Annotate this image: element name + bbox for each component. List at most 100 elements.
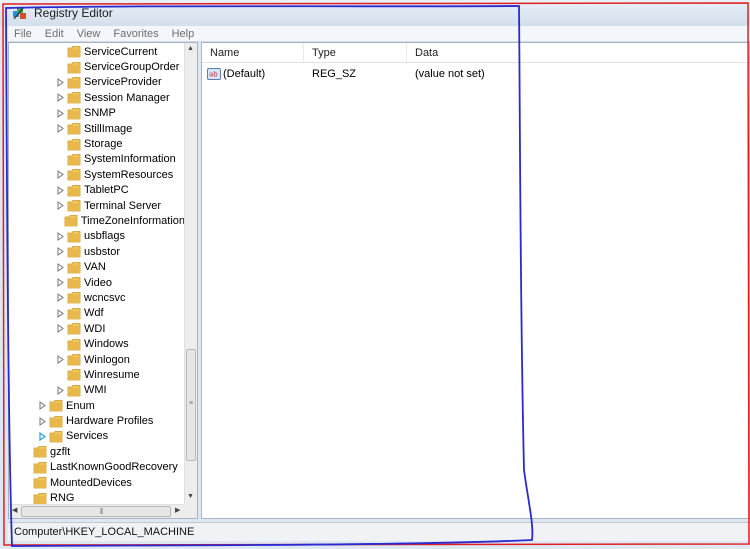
no-expander (21, 478, 31, 488)
tree-item[interactable]: Services (9, 429, 185, 444)
expand-arrow-icon[interactable] (55, 108, 65, 118)
expand-arrow-icon[interactable] (55, 308, 65, 318)
menu-favorites[interactable]: Favorites (107, 28, 165, 40)
menu-view[interactable]: View (71, 28, 108, 40)
tree-item[interactable]: VAN (9, 259, 185, 274)
scroll-up-arrow-icon[interactable]: ▲ (187, 45, 194, 52)
value-name: (Default) (223, 68, 266, 80)
folder-icon (33, 461, 47, 474)
expand-arrow-icon[interactable] (55, 324, 65, 334)
tree-item[interactable]: StillImage (9, 121, 185, 136)
scroll-left-arrow-icon[interactable]: ◀ (12, 506, 17, 514)
tree-item-label: Wdf (84, 307, 104, 320)
tree-item[interactable]: wcncsvc (9, 290, 185, 305)
expand-arrow-icon[interactable] (55, 278, 65, 288)
folder-icon (67, 138, 81, 151)
scroll-grip-icon: ≡ (189, 400, 194, 407)
expand-arrow-icon[interactable] (55, 170, 65, 180)
tree-item-label: gzflt (50, 445, 71, 458)
column-header-name[interactable]: Name (202, 43, 304, 62)
folder-icon (67, 261, 81, 274)
tree-item[interactable]: ServiceGroupOrder (9, 59, 185, 74)
scroll-down-arrow-icon[interactable]: ▼ (187, 493, 194, 500)
tree-item[interactable]: WMI (9, 383, 185, 398)
tree-item[interactable]: ServiceCurrent (9, 44, 185, 59)
scroll-right-arrow-icon[interactable]: ▶ (175, 506, 180, 514)
tree-horizontal-scroll-thumb[interactable]: ⦀ (21, 506, 171, 517)
tree-item[interactable]: Storage (9, 136, 185, 151)
folder-icon (49, 430, 63, 443)
tree-item[interactable]: Session Manager (9, 90, 185, 105)
tree-item[interactable]: LastKnownGoodRecovery (9, 460, 185, 475)
expand-arrow-icon[interactable] (55, 93, 65, 103)
tree-item[interactable]: Video (9, 275, 185, 290)
tree-item[interactable]: Hardware Profiles (9, 413, 185, 428)
tree-item[interactable]: ServiceProvider (9, 75, 185, 90)
title-bar: Registry Editor (0, 0, 750, 26)
tree-item[interactable]: TabletPC (9, 183, 185, 198)
tree-item[interactable]: Windows (9, 336, 185, 351)
tree-item-label: WMI (84, 384, 107, 397)
tree-item[interactable]: MountedDevices (9, 475, 185, 490)
tree-item-label: WDI (84, 322, 106, 335)
expand-arrow-icon[interactable] (55, 124, 65, 134)
expand-arrow-icon[interactable] (55, 247, 65, 257)
expand-arrow-icon[interactable] (55, 231, 65, 241)
value-row-default[interactable]: ab (Default) REG_SZ (value not set) (202, 66, 749, 82)
tree-item-label: usbstor (84, 245, 121, 258)
tree-item[interactable]: WDI (9, 321, 185, 336)
tree-item-label: MountedDevices (50, 476, 132, 489)
expand-arrow-icon[interactable] (55, 262, 65, 272)
expand-arrow-icon[interactable] (37, 401, 47, 411)
expand-arrow-icon[interactable] (55, 293, 65, 303)
tree-item-label: SNMP (84, 107, 116, 120)
menu-edit[interactable]: Edit (39, 28, 71, 40)
tree-item[interactable]: SystemResources (9, 167, 185, 182)
no-expander (21, 447, 31, 457)
tree-item-label: Winlogon (84, 353, 130, 366)
tree-item-label: ServiceProvider (84, 76, 162, 89)
tree-item-label: Winresume (84, 368, 140, 381)
folder-icon (67, 291, 81, 304)
folder-icon (33, 492, 47, 505)
registry-editor-window: Registry Editor File Edit View Favorites… (0, 0, 750, 549)
expand-arrow-icon[interactable] (37, 416, 47, 426)
folder-icon (67, 61, 81, 74)
expand-arrow-icon[interactable] (55, 185, 65, 195)
tree-item-label: ServiceGroupOrder (84, 61, 180, 74)
tree-item[interactable]: Winlogon (9, 352, 185, 367)
tree-item[interactable]: gzflt (9, 444, 185, 459)
folder-icon (67, 353, 81, 366)
tree-item-label: LastKnownGoodRecovery (50, 461, 178, 474)
expand-arrow-icon[interactable] (55, 201, 65, 211)
tree-item[interactable]: SNMP (9, 106, 185, 121)
tree-item[interactable]: Wdf (9, 306, 185, 321)
tree-vertical-scroll-thumb[interactable]: ≡ (186, 349, 196, 461)
scrollbar-corner (184, 504, 197, 518)
tree-item[interactable]: SystemInformation (9, 152, 185, 167)
menu-file[interactable]: File (8, 28, 39, 40)
tree-item[interactable]: Winresume (9, 367, 185, 382)
no-expander (55, 47, 65, 57)
tree-item-label: Enum (66, 399, 95, 412)
registry-tree-pane: ServiceCurrent ServiceGroupOrder ServicePr… (8, 42, 198, 519)
registry-tree: ServiceCurrent ServiceGroupOrder ServicePr… (9, 44, 185, 506)
column-header-data[interactable]: Data (407, 43, 527, 62)
menu-help[interactable]: Help (166, 28, 202, 40)
tree-item[interactable]: usbstor (9, 244, 185, 259)
no-expander (55, 139, 65, 149)
expand-arrow-icon[interactable] (55, 385, 65, 395)
tree-item[interactable]: Terminal Server (9, 198, 185, 213)
window-title: Registry Editor (34, 6, 113, 20)
folder-icon (67, 307, 81, 320)
expand-arrow-icon[interactable] (55, 355, 65, 365)
expand-arrow-icon[interactable] (55, 77, 65, 87)
tree-item[interactable]: usbflags (9, 229, 185, 244)
tree-horizontal-scrollbar[interactable]: ◀ ⦀ ▶ (9, 504, 185, 518)
tree-item[interactable]: Enum (9, 398, 185, 413)
expand-arrow-icon[interactable] (37, 431, 47, 441)
column-header-type[interactable]: Type (304, 43, 407, 62)
tree-vertical-scrollbar[interactable]: ▲ ≡ ▼ (184, 43, 197, 505)
folder-icon (67, 184, 81, 197)
tree-item[interactable]: TimeZoneInformation (9, 213, 185, 228)
